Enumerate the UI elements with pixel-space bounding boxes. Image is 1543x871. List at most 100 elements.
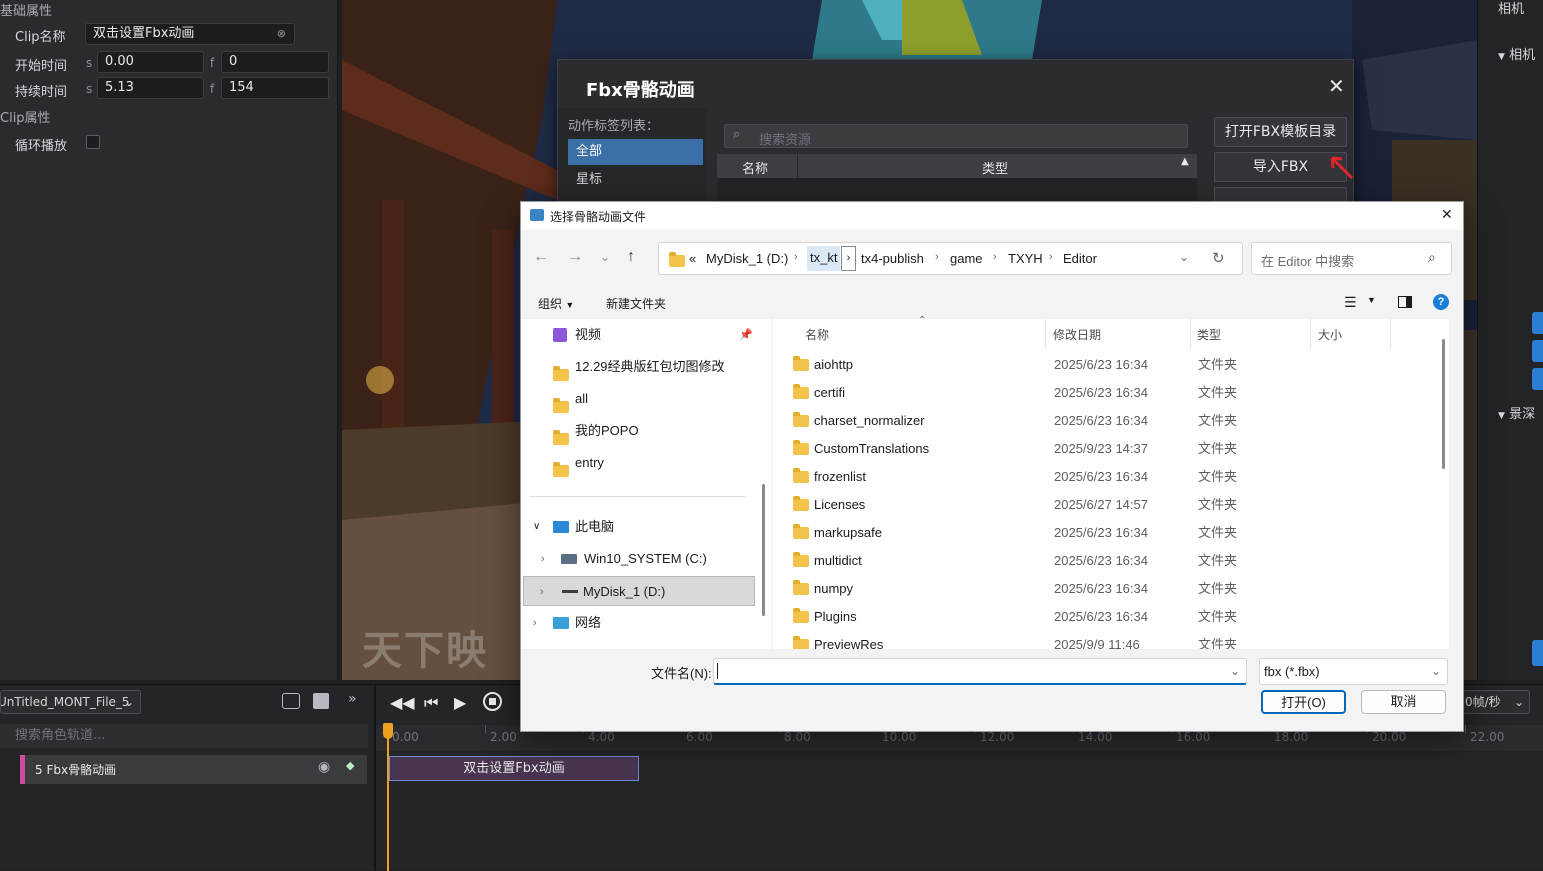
close-icon[interactable]: ✕ [1328,74,1345,98]
fps-select[interactable]: 0帧/秒 ⌄ [1462,690,1530,714]
playhead-handle[interactable] [383,723,393,739]
loop-checkbox[interactable] [86,135,100,149]
col-name[interactable]: 名称 [805,326,829,343]
file-row[interactable]: charset_normalizer 2025/6/23 16:34 文件夹 [788,407,1433,435]
col-name[interactable]: 名称 [742,158,768,177]
preview-pane-icon[interactable] [1398,296,1412,308]
folder-icon [793,356,809,371]
duration-frames-input[interactable]: 154 [221,77,329,99]
chevron-right-icon[interactable]: › [533,608,537,638]
help-icon[interactable]: ? [1433,294,1449,310]
file-row[interactable]: PreviewRes 2025/9/9 11:46 文件夹 [788,631,1433,649]
cancel-button[interactable]: 取消 [1361,690,1446,714]
file-row[interactable]: frozenlist 2025/6/23 16:34 文件夹 [788,463,1433,491]
dof-section-toggle[interactable]: ▼ 景深 [1498,403,1535,422]
file-row[interactable]: Licenses 2025/6/27 14:57 文件夹 [788,491,1433,519]
nav-item-this-pc[interactable]: ∨ 此电脑 [529,512,754,542]
eye-icon[interactable]: ◉ [318,759,330,775]
breadcrumb-mydisk[interactable]: MyDisk_1 (D:) [706,251,788,266]
file-date: 2025/6/23 16:34 [1054,525,1148,540]
nav-item-folder[interactable]: all [529,384,754,414]
nav-item-drive-c[interactable]: › Win10_SYSTEM (C:) [529,544,754,574]
start-frames-input[interactable]: 0 [221,51,329,73]
blue-toggle[interactable] [1532,640,1543,666]
rewind-icon[interactable]: ◀◀ [390,693,415,712]
blue-toggle[interactable] [1532,312,1543,334]
playhead[interactable] [387,725,389,871]
address-bar[interactable]: « MyDisk_1 (D:) › tx_kt › tx4-publish › … [658,242,1243,275]
skip-start-icon[interactable]: ⏮ [424,693,438,713]
breadcrumb-chevron[interactable]: › [841,246,856,271]
file-row[interactable]: Plugins 2025/6/23 16:34 文件夹 [788,603,1433,631]
tag-all[interactable]: 全部 [568,139,703,165]
nav-item-drive-d-selected[interactable]: › MyDisk_1 (D:) [523,576,755,606]
back-arrow-icon[interactable]: ← [533,248,549,266]
fbx-dialog-title: Fbx骨骼动画 [586,80,695,101]
play-icon[interactable]: ▶ [454,693,466,712]
chevron-down-icon[interactable]: ∨ [533,512,540,542]
file-row[interactable]: markupsafe 2025/6/23 16:34 文件夹 [788,519,1433,547]
chevron-down-icon[interactable]: ⌄ [1431,664,1441,678]
organize-menu[interactable]: 组织 ▼ [538,295,574,312]
file-row[interactable]: aiohttp 2025/6/23 16:34 文件夹 [788,351,1433,379]
blue-toggle[interactable] [1532,340,1543,362]
blue-toggle[interactable] [1532,368,1543,390]
nav-item-folder[interactable]: entry [529,448,754,478]
keyframe-icon[interactable]: ◆ [346,759,354,772]
breadcrumb-editor[interactable]: Editor [1063,251,1097,266]
file-type: 文件夹 [1198,581,1238,596]
open-fbx-template-button[interactable]: 打开FBX模板目录 [1214,117,1347,147]
nav-scrollbar[interactable] [762,484,765,616]
chevron-down-icon[interactable]: ⌄ [1230,664,1240,678]
breadcrumb-back[interactable]: « [689,251,696,266]
open-button[interactable]: 打开(O) [1261,690,1346,714]
fbx-search-input[interactable]: ⌕ 搜索资源 [724,124,1188,148]
breadcrumb-tx-kt[interactable]: tx_kt [807,246,841,271]
nav-item-network[interactable]: › 网络 [529,608,754,638]
refresh-icon[interactable]: ↻ [1212,249,1225,267]
camera-section-toggle[interactable]: ▼ 相机 [1498,44,1535,63]
file-search-input[interactable]: 在 Editor 中搜索 ⌕ [1251,242,1452,275]
start-seconds-input[interactable]: 0.00 [97,51,204,73]
file-scrollbar[interactable] [1442,339,1445,469]
forward-arrow-icon[interactable]: → [567,248,583,266]
col-date[interactable]: 修改日期 [1053,326,1101,343]
col-type[interactable]: 类型 [982,158,1008,177]
col-size[interactable]: 大小 [1318,326,1342,343]
recent-chevron-icon[interactable]: ⌄ [600,250,610,264]
breadcrumb-tx4-publish[interactable]: tx4-publish [861,251,924,266]
track-search-input[interactable]: 搜索角色轨道... [0,724,368,748]
double-chevron-right-icon[interactable]: » [348,691,357,707]
chevron-right-icon[interactable]: › [541,544,545,574]
file-row[interactable]: certifi 2025/6/23 16:34 文件夹 [788,379,1433,407]
pin-icon[interactable]: 📌 [739,320,753,350]
breadcrumb-game[interactable]: game [950,251,983,266]
close-icon[interactable]: ✕ [1441,206,1453,223]
file-row[interactable]: CustomTranslations 2025/9/23 14:37 文件夹 [788,435,1433,463]
view-options-icon[interactable]: ☰ [1344,294,1357,311]
filename-input[interactable]: ⌄ [713,658,1247,685]
file-row[interactable]: numpy 2025/6/23 16:34 文件夹 [788,575,1433,603]
caret-down-icon[interactable]: ▼ [1367,295,1376,305]
chevron-down-icon[interactable]: ⌄ [1179,250,1189,264]
file-type-select[interactable]: fbx (*.fbx) ⌄ [1259,658,1448,685]
clear-icon[interactable]: ⊗ [277,24,286,44]
clip-name-field[interactable]: 双击设置Fbx动画 ⊗ [85,23,295,45]
track-row[interactable]: 5 Fbx骨骼动画 ◉ ◆ [20,755,367,784]
save-icon[interactable] [313,693,329,709]
duration-seconds-input[interactable]: 5.13 [97,77,204,99]
montage-file-select[interactable]: UnTitled_MONT_File_5 ⌄ [0,690,141,714]
chevron-right-icon[interactable]: › [540,577,544,607]
tag-star[interactable]: 星标 [568,167,703,193]
nav-item-folder[interactable]: 12.29经典版红包切图修改 [529,352,754,382]
stop-icon[interactable] [483,692,502,711]
col-type[interactable]: 类型 [1197,326,1221,343]
file-row[interactable]: multidict 2025/6/23 16:34 文件夹 [788,547,1433,575]
timeline-clip[interactable]: 双击设置Fbx动画 [389,756,639,781]
inbox-icon[interactable] [282,693,300,709]
up-arrow-icon[interactable]: ↑ [627,248,635,266]
nav-item-video[interactable]: 视频 📌 [529,320,754,350]
nav-item-folder[interactable]: 我的POPO [529,416,754,446]
breadcrumb-txyh[interactable]: TXYH [1008,251,1043,266]
new-folder-button[interactable]: 新建文件夹 [606,295,666,312]
